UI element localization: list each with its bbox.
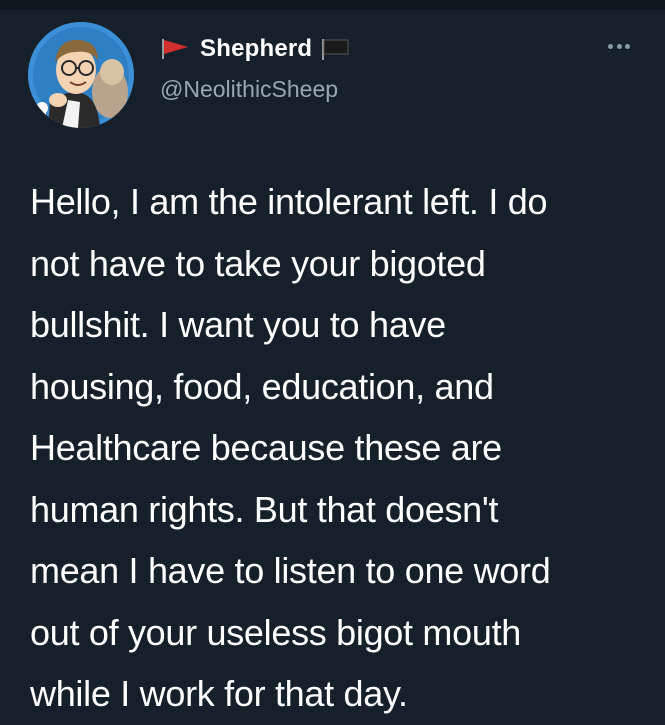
author-name-row: Shepherd [160,32,352,66]
more-options-icon[interactable] [608,40,630,52]
display-name[interactable]: Shepherd [200,35,312,63]
tweet-card: Shepherd @NeolithicSheep Hello, I am the… [0,10,665,720]
more-dot [616,43,622,49]
red-flag-icon [160,37,192,61]
more-dot [625,43,630,49]
user-handle[interactable]: @NeolithicSheep [160,76,338,103]
avatar[interactable] [28,22,134,128]
avatar-portrait-icon [28,22,134,128]
more-dot [608,43,613,49]
top-strip [0,0,665,10]
black-flag-icon [320,37,352,61]
tweet-text: Hello, I am the intolerant left. I do no… [30,181,551,714]
